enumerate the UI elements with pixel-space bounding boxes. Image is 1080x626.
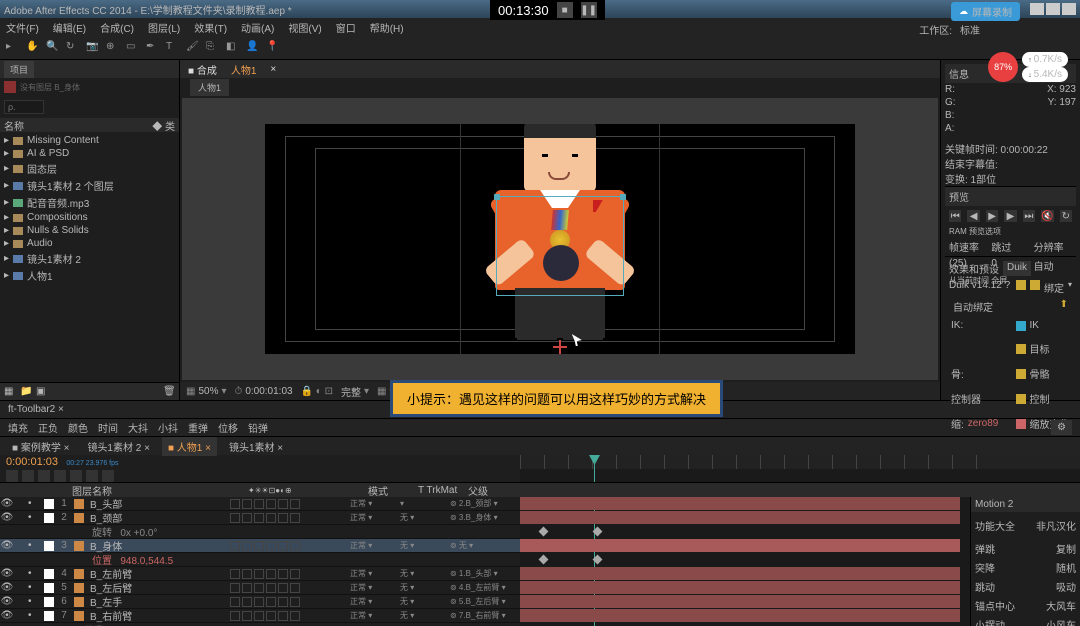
timeline-layer-row[interactable]: 👁•1B_头部正常 ▾ ▾⊚ 2.B_颈部 ▾ xyxy=(0,497,520,511)
project-item[interactable]: ▸Audio xyxy=(0,237,179,250)
duik-dropdown[interactable]: 绑定 xyxy=(1044,280,1064,295)
mute-icon[interactable]: 🔇 xyxy=(1041,210,1053,222)
next-frame-icon[interactable]: ▶ xyxy=(1004,210,1016,222)
project-panel: 项目 没有图层 B_身体 名称◆ 类 ▸Missing Content▸AI &… xyxy=(0,60,180,400)
menu-item[interactable]: 动画(A) xyxy=(241,20,274,35)
comp-icon: ▣ xyxy=(36,386,48,398)
preview-panel: 预览 ⏮ ◀ ▶ ▶ ⏭ 🔇 ↻ RAM 预览选项 帧速率跳过分辨率(25)0自… xyxy=(945,186,1076,256)
brush-tool-icon[interactable]: 🖌 xyxy=(186,41,200,55)
character-artwork xyxy=(470,124,650,354)
puppet-tool-icon[interactable]: 📍 xyxy=(266,41,280,55)
timeline-layer-row[interactable]: 位置 948.0,544.5 xyxy=(0,553,520,567)
project-item[interactable]: ▸镜头1素材 2 xyxy=(0,250,179,267)
hand-tool-icon[interactable]: ✋ xyxy=(26,41,40,55)
comp-breadcrumb[interactable]: 人物1 xyxy=(190,79,229,96)
prev-frame-icon[interactable]: ◀ xyxy=(967,210,979,222)
first-frame-icon[interactable]: ⏮ xyxy=(949,210,961,222)
project-footer[interactable]: ▦ 📁 ▣ 🗑 xyxy=(0,382,179,400)
loop-icon[interactable]: ↻ xyxy=(1060,210,1072,222)
project-item[interactable]: ▸AI & PSD xyxy=(0,147,179,160)
project-tab[interactable]: 项目 xyxy=(4,61,34,78)
comp-tab[interactable]: 人物1 xyxy=(227,60,261,79)
composition-panel: ■ 合成人物1 × 人物1 xyxy=(180,60,940,400)
menu-item[interactable]: 编辑(E) xyxy=(53,20,86,35)
menu-item[interactable]: 视图(V) xyxy=(288,20,321,35)
project-item[interactable]: ▸固态层 xyxy=(0,160,179,177)
percent-badge: 87% ↑ 0.7K/s↓ 5.4K/s xyxy=(988,52,1068,82)
timeline-ruler[interactable] xyxy=(520,455,1080,469)
stamp-tool-icon[interactable]: ⎘ xyxy=(206,41,220,55)
timeline-tab[interactable]: 镜头1素材 × xyxy=(223,437,289,456)
timeline-layer-row[interactable]: 👁•4B_左前臂正常 ▾无 ▾⊚ 1.B_头部 ▾ xyxy=(0,567,520,581)
ft-toolbar-row: 填充正负颜色时间大抖小抖重弹位移铅弹⚙ xyxy=(0,418,1080,436)
current-time-indicator[interactable] xyxy=(594,455,595,482)
project-item[interactable]: ▸配音音频.mp3 xyxy=(0,194,179,211)
bin-icon: ▦ xyxy=(4,386,16,398)
project-item[interactable]: ▸Compositions xyxy=(0,211,179,224)
menubar: 文件(F) 编辑(E) 合成(C) 图层(L) 效果(T) 动画(A) 视图(V) 窗口帮助(… xyxy=(0,18,1080,36)
roto-tool-icon[interactable]: 👤 xyxy=(246,41,260,55)
timeline-layer-row[interactable]: 👁•2B_颈部正常 ▾无 ▾⊚ 3.B_身体 ▾ xyxy=(0,511,520,525)
pen-tool-icon[interactable]: ✒ xyxy=(146,41,160,55)
timeline-tab[interactable]: ■ 案例教学 × xyxy=(6,437,75,456)
screen-record-button[interactable]: ☁ 屏幕录制 xyxy=(951,2,1020,21)
pause-icon[interactable]: ❚❚ xyxy=(581,2,597,18)
right-panels: 信息 R:X: 923G:Y: 197B:A: 关键帧时间: 0:00:00:2… xyxy=(940,60,1080,400)
zoom-tool-icon[interactable]: 🔍 xyxy=(46,41,60,55)
last-frame-icon[interactable]: ⏭ xyxy=(1023,210,1035,222)
project-item[interactable]: ▸Nulls & Solids xyxy=(0,224,179,237)
selection-tool-icon[interactable]: ▸ xyxy=(6,41,20,55)
project-item[interactable]: ▸人物1 xyxy=(0,267,179,284)
project-thumb xyxy=(4,81,16,93)
comp-tab[interactable]: × xyxy=(266,62,280,77)
camera-tool-icon[interactable]: 📷 xyxy=(86,41,100,55)
menu-item[interactable]: 帮助(H) xyxy=(370,20,404,35)
timeline-layer-row[interactable]: 旋转 0x +0.0° xyxy=(0,525,520,539)
timeline-layer-row[interactable]: 👁•3B_身体正常 ▾无 ▾⊚ 无 ▾ xyxy=(0,539,520,553)
text-tool-icon[interactable]: T xyxy=(166,41,180,55)
menu-item[interactable]: 合成(C) xyxy=(100,20,134,35)
folder-icon: 📁 xyxy=(20,386,32,398)
time-display[interactable]: ⏱ 0:00:01:03 xyxy=(235,386,293,397)
composition-viewer[interactable] xyxy=(182,98,938,380)
app-title: Adobe After Effects CC 2014 - E:\学制教程文件夹… xyxy=(4,2,292,17)
timeline-layer-row[interactable]: 👁•7B_右前臂正常 ▾无 ▾⊚ 7.B_右前臂 ▾ xyxy=(0,609,520,623)
timeline-layer-row[interactable]: 👁•5B_左后臂正常 ▾无 ▾⊚ 4.B_左前臂 ▾ xyxy=(0,581,520,595)
menu-item[interactable]: 效果(T) xyxy=(194,20,227,35)
comp-tab[interactable]: ■ 合成 xyxy=(184,60,221,79)
timeline-graph[interactable] xyxy=(520,497,970,626)
eraser-tool-icon[interactable]: ◧ xyxy=(226,41,240,55)
menu-item[interactable]: 窗口 xyxy=(336,20,356,35)
motion-panel: Motion 2 功能大全非凡汉化弹跳复制突降随机跳动吸动锚点中心大风车小摆动小… xyxy=(970,497,1080,626)
timeline-layer-row[interactable]: 👁•6B_左手正常 ▾无 ▾⊚ 5.B_左后臂 ▾ xyxy=(0,595,520,609)
timeline-tab[interactable]: 镜头1素材 2 × xyxy=(81,437,156,456)
menu-item[interactable]: 图层(L) xyxy=(148,20,180,35)
anchor-tool-icon[interactable]: ⊕ xyxy=(106,41,120,55)
video-player-overlay: 00:13:30 ■ ❚❚ xyxy=(490,0,605,20)
project-tree[interactable]: ▸Missing Content▸AI & PSD▸固态层▸镜头1素材 2 个图… xyxy=(0,132,179,382)
timeline-tab[interactable]: ■ 人物1 × xyxy=(162,437,217,456)
rect-tool-icon[interactable]: ▭ xyxy=(126,41,140,55)
zoom-dropdown[interactable]: ▦ 50% ▾ xyxy=(186,386,227,397)
video-timestamp: 00:13:30 xyxy=(498,3,549,18)
menu-item[interactable]: 文件(F) xyxy=(6,20,39,35)
anchor-point-icon xyxy=(553,340,567,354)
tool-toolbar: ▸ ✋ 🔍 ↻ 📷 ⊕ ▭ ✒ T 🖌 ⎘ ◧ 👤 📍 xyxy=(0,36,1080,60)
tip-callout: 小提示：遇见这样的问题可以用这样巧妙的方式解决 xyxy=(390,380,723,417)
timeline-layers[interactable]: 👁•1B_头部正常 ▾ ▾⊚ 2.B_颈部 ▾👁•2B_颈部正常 ▾无 ▾⊚ 3… xyxy=(0,497,520,626)
stop-icon[interactable]: ■ xyxy=(557,2,573,18)
window-buttons[interactable] xyxy=(1030,3,1076,15)
project-search-input[interactable] xyxy=(4,100,44,114)
resolution-dropdown[interactable]: 完整 ▾ xyxy=(341,384,369,399)
play-icon[interactable]: ▶ xyxy=(986,210,998,222)
project-item[interactable]: ▸镜头1素材 2 个图层 xyxy=(0,177,179,194)
project-item[interactable]: ▸Missing Content xyxy=(0,134,179,147)
timeline-timecode[interactable]: 0:00:01:03 xyxy=(6,456,58,468)
rotate-tool-icon[interactable]: ↻ xyxy=(66,41,80,55)
trash-icon: 🗑 xyxy=(163,386,175,398)
timeline-panel: ■ 案例教学 × 镜头1素材 2 × ■ 人物1 × 镜头1素材 × 0:00:01:… xyxy=(0,436,1080,626)
workspace-selector[interactable]: 工作区:标准 xyxy=(919,22,980,37)
info-panel: 信息 R:X: 923G:Y: 197B:A: 关键帧时间: 0:00:00:2… xyxy=(945,64,1076,186)
